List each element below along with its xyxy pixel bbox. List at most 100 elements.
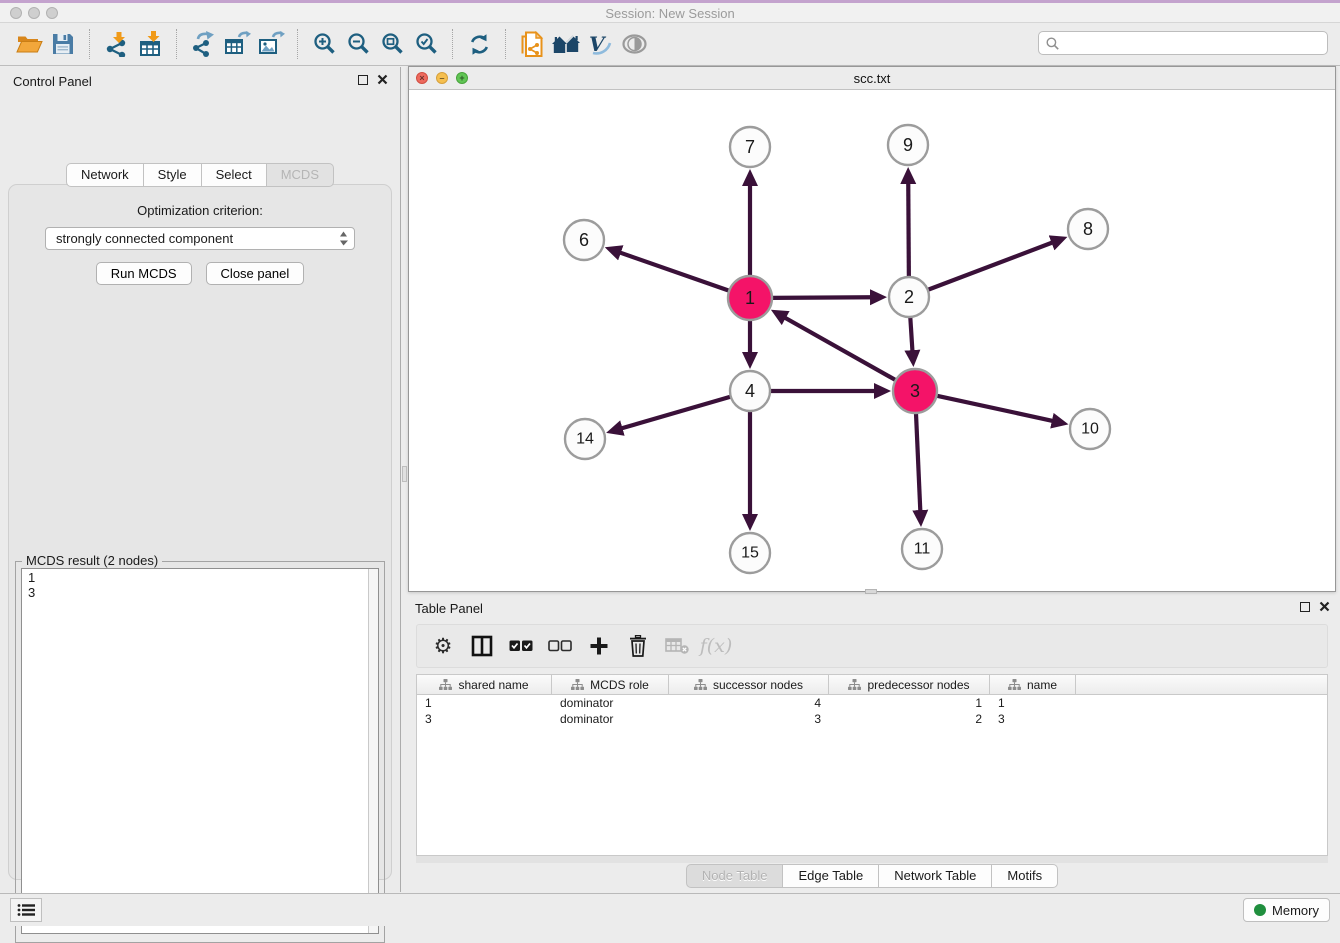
table-cell[interactable]: 4	[669, 695, 829, 711]
svg-text:2: 2	[904, 287, 914, 307]
column-header-shared-name[interactable]: shared name	[417, 675, 552, 694]
graph-node-9[interactable]: 9	[888, 125, 928, 165]
graph-node-1[interactable]: 1	[728, 276, 772, 320]
graph-edge-4-14[interactable]	[621, 397, 731, 429]
memory-label: Memory	[1272, 903, 1319, 918]
graph-edge-2-9[interactable]	[908, 182, 909, 277]
graph-node-6[interactable]: 6	[564, 220, 604, 260]
optimization-criterion-select[interactable]: strongly connected component	[45, 227, 355, 250]
show-columns-icon[interactable]	[466, 629, 498, 663]
graph-edge-3-10[interactable]	[936, 396, 1053, 421]
graph-edge-2-3[interactable]	[910, 317, 912, 352]
toolbar-separator	[176, 29, 177, 59]
close-table-panel-icon[interactable]	[1319, 601, 1330, 612]
graph-node-2[interactable]: 2	[889, 277, 929, 317]
refresh-icon[interactable]	[462, 27, 496, 61]
import-table-icon[interactable]	[133, 27, 167, 61]
graph-node-8[interactable]: 8	[1068, 209, 1108, 249]
svg-text:9: 9	[903, 135, 913, 155]
graph-edge-1-2[interactable]	[772, 297, 872, 298]
deselect-all-columns-icon[interactable]	[544, 629, 576, 663]
table-cell[interactable]: dominator	[552, 695, 669, 711]
close-panel-button[interactable]: Close panel	[206, 262, 305, 285]
graph-node-7[interactable]: 7	[730, 127, 770, 167]
run-mcds-button[interactable]: Run MCDS	[96, 262, 192, 285]
table-cell[interactable]: 2	[829, 711, 990, 727]
network-view-window: × – + scc.txt 7 9 6 8 1 2 4 3 14 10 15 11	[408, 66, 1336, 592]
export-network-icon[interactable]	[186, 27, 220, 61]
table-cell[interactable]: 1	[990, 695, 1076, 711]
table-cell[interactable]: 3	[990, 711, 1076, 727]
table-cell[interactable]: 3	[417, 711, 552, 727]
column-header-predecessor-nodes[interactable]: predecessor nodes	[829, 675, 990, 694]
add-column-icon[interactable]	[583, 629, 615, 663]
svg-text:14: 14	[576, 431, 594, 448]
tab-network[interactable]: Network	[66, 163, 144, 187]
export-table-icon[interactable]	[220, 27, 254, 61]
tab-mcds[interactable]: MCDS	[267, 163, 334, 187]
tab-network-table[interactable]: Network Table	[879, 864, 992, 888]
table-cell[interactable]: dominator	[552, 711, 669, 727]
network-graph[interactable]: 7 9 6 8 1 2 4 3 14 10 15 11	[409, 90, 1335, 591]
delete-column-icon[interactable]	[622, 629, 654, 663]
table-row[interactable]: 3dominator323	[417, 711, 1327, 727]
show-hide-icon[interactable]	[617, 27, 651, 61]
zoom-fit-icon[interactable]	[375, 27, 409, 61]
mcds-result-text[interactable]: 1 3	[21, 568, 379, 934]
tab-style[interactable]: Style	[144, 163, 202, 187]
zoom-in-icon[interactable]	[307, 27, 341, 61]
tab-node-table[interactable]: Node Table	[686, 864, 784, 888]
graph-node-4[interactable]: 4	[730, 371, 770, 411]
panel-splitter-handle[interactable]	[402, 466, 407, 482]
graph-node-3[interactable]: 3	[893, 369, 937, 413]
network-from-file-icon[interactable]	[515, 27, 549, 61]
network-window-titlebar[interactable]: × – + scc.txt	[409, 67, 1335, 90]
zoom-out-icon[interactable]	[341, 27, 375, 61]
graph-edge-3-11[interactable]	[916, 413, 920, 512]
graph-edge-2-8[interactable]	[928, 242, 1054, 290]
column-header-MCDS-role[interactable]: MCDS role	[552, 675, 669, 694]
search-box[interactable]	[1038, 31, 1328, 55]
table-settings-icon[interactable]: ⚙	[427, 629, 459, 663]
table-cell[interactable]: 1	[417, 695, 552, 711]
table-header-row: shared nameMCDS rolesuccessor nodesprede…	[417, 675, 1327, 695]
tab-select[interactable]: Select	[202, 163, 267, 187]
close-panel-icon[interactable]	[377, 74, 388, 85]
task-history-button[interactable]	[10, 898, 42, 922]
float-panel-icon[interactable]	[358, 75, 368, 85]
result-scrollbar[interactable]	[368, 569, 378, 933]
memory-button[interactable]: Memory	[1243, 898, 1330, 922]
float-table-panel-icon[interactable]	[1300, 602, 1310, 612]
table-row[interactable]: 1dominator411	[417, 695, 1327, 711]
svg-text:10: 10	[1081, 421, 1099, 438]
graph-node-11[interactable]: 11	[902, 529, 942, 569]
graph-edge-1-6[interactable]	[619, 252, 729, 291]
tab-edge-table[interactable]: Edge Table	[783, 864, 879, 888]
network-canvas[interactable]: 7 9 6 8 1 2 4 3 14 10 15 11	[409, 90, 1335, 591]
table-scrollbar[interactable]	[416, 856, 1328, 863]
graph-node-10[interactable]: 10	[1070, 409, 1110, 449]
import-network-icon[interactable]	[99, 27, 133, 61]
export-image-icon[interactable]	[254, 27, 288, 61]
tab-motifs[interactable]: Motifs	[992, 864, 1058, 888]
column-header-name[interactable]: name	[990, 675, 1076, 694]
home-icon[interactable]	[549, 27, 583, 61]
mcds-result-title: MCDS result (2 nodes)	[22, 553, 162, 568]
column-header-successor-nodes[interactable]: successor nodes	[669, 675, 829, 694]
graph-node-14[interactable]: 14	[565, 419, 605, 459]
frame-resize-handle[interactable]	[865, 589, 877, 594]
table-cell[interactable]: 1	[829, 695, 990, 711]
graph-node-15[interactable]: 15	[730, 533, 770, 573]
select-all-columns-icon[interactable]	[505, 629, 537, 663]
table-cell[interactable]: 3	[669, 711, 829, 727]
svg-text:7: 7	[745, 137, 755, 157]
graph-edge-3-1[interactable]	[784, 317, 896, 380]
svg-text:11: 11	[914, 541, 931, 558]
zoom-selected-icon[interactable]	[409, 27, 443, 61]
save-session-icon[interactable]	[46, 27, 80, 61]
vizmapper-icon[interactable]: V	[583, 27, 617, 61]
open-session-icon[interactable]	[12, 27, 46, 61]
delete-table-icon	[661, 629, 693, 663]
search-input[interactable]	[1059, 36, 1320, 51]
column-tree-icon	[694, 679, 707, 691]
